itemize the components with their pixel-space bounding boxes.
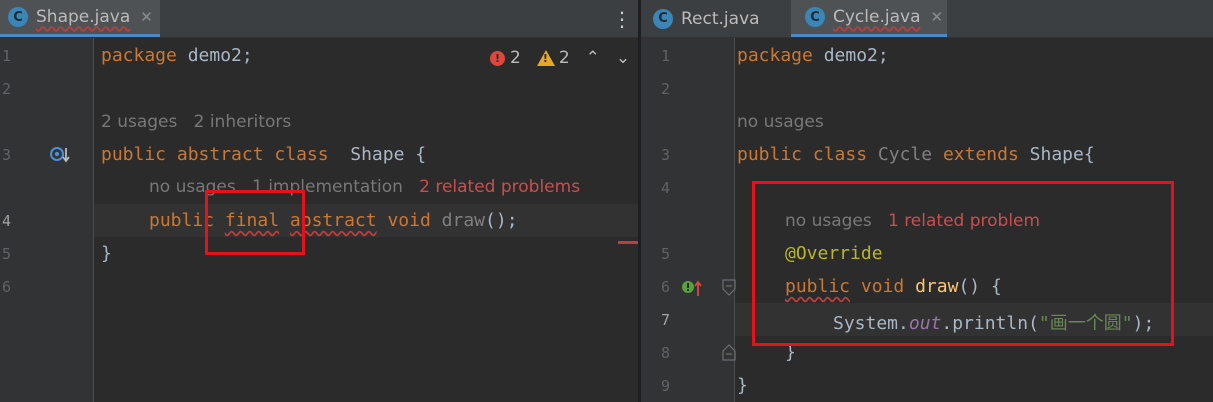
class-icon: C — [653, 8, 673, 29]
tab-cycle-java[interactable]: C Cycle.java ✕ — [791, 0, 947, 37]
tab-label: Shape.java — [36, 7, 131, 27]
warning-count: 2 — [558, 48, 570, 68]
error-icon: ! — [490, 50, 505, 66]
line-number: 3 — [661, 146, 671, 164]
line-number: 6 — [2, 278, 12, 296]
class-usage-hint[interactable]: no usages — [737, 112, 824, 132]
close-icon[interactable]: ✕ — [140, 8, 153, 26]
code-line-3: public class Cycle extends Shape{ — [737, 144, 1095, 165]
line-number: 2 — [661, 80, 671, 98]
previous-highlight-icon[interactable]: ⌃ — [586, 48, 600, 68]
more-tabs-menu-icon[interactable]: ⋮ — [612, 0, 632, 37]
class-icon: C — [8, 7, 28, 27]
fold-icon[interactable] — [721, 343, 737, 361]
class-usage-hint[interactable]: 2 usages 2 inheritors — [101, 112, 291, 132]
tab-shape-java[interactable]: C Shape.java ✕ — [0, 0, 160, 37]
line-number: 5 — [2, 245, 12, 263]
code-line-1: package demo2; — [737, 45, 889, 66]
error-count: 2 — [510, 48, 521, 68]
tab-label: Rect.java — [681, 8, 760, 29]
highlight-box-override — [752, 181, 1174, 346]
line-number: 1 — [2, 47, 12, 65]
tab-label: Cycle.java — [833, 7, 921, 27]
line-number: 1 — [661, 47, 671, 65]
close-icon[interactable]: ✕ — [930, 8, 943, 26]
inspection-widget[interactable]: ! 2 ! 2 ⌃ ⌄ — [490, 48, 630, 68]
left-editor-pane: C Shape.java ✕ ⋮ 1 2 3 4 5 6 ! 2 ! 2 ⌃ ⌄… — [0, 0, 638, 402]
line-number: 5 — [661, 245, 671, 263]
code-line-1: package demo2; — [101, 45, 253, 66]
line-number: 4 — [661, 179, 671, 197]
code-line-9: } — [737, 375, 748, 396]
line-number: 7 — [661, 311, 671, 329]
code-line-3: public abstract class Shape { — [101, 144, 427, 165]
implemented-method-icon[interactable] — [49, 145, 71, 165]
highlight-box-final — [205, 190, 305, 255]
class-icon: C — [805, 7, 825, 27]
tab-rect-java[interactable]: C Rect.java — [641, 0, 789, 37]
right-editor-pane: C Rect.java C Cycle.java ✕ 1 2 3 4 5 6 7… — [641, 0, 1213, 402]
fold-icon[interactable] — [721, 279, 737, 297]
code-line-5: } — [101, 243, 112, 264]
line-number: 9 — [661, 377, 671, 395]
error-stripe-mark[interactable] — [618, 241, 638, 244]
line-number: 3 — [2, 146, 12, 164]
line-number: 6 — [661, 278, 671, 296]
right-tab-bar: C Rect.java C Cycle.java ✕ — [641, 0, 1213, 38]
left-tab-bar: C Shape.java ✕ ⋮ — [0, 0, 638, 38]
line-number: 2 — [2, 80, 12, 98]
line-number: 8 — [661, 344, 671, 362]
line-number: 4 — [2, 212, 12, 230]
warning-icon: ! — [536, 50, 555, 66]
next-highlight-icon[interactable]: ⌄ — [616, 48, 630, 68]
override-method-icon[interactable] — [681, 278, 703, 298]
